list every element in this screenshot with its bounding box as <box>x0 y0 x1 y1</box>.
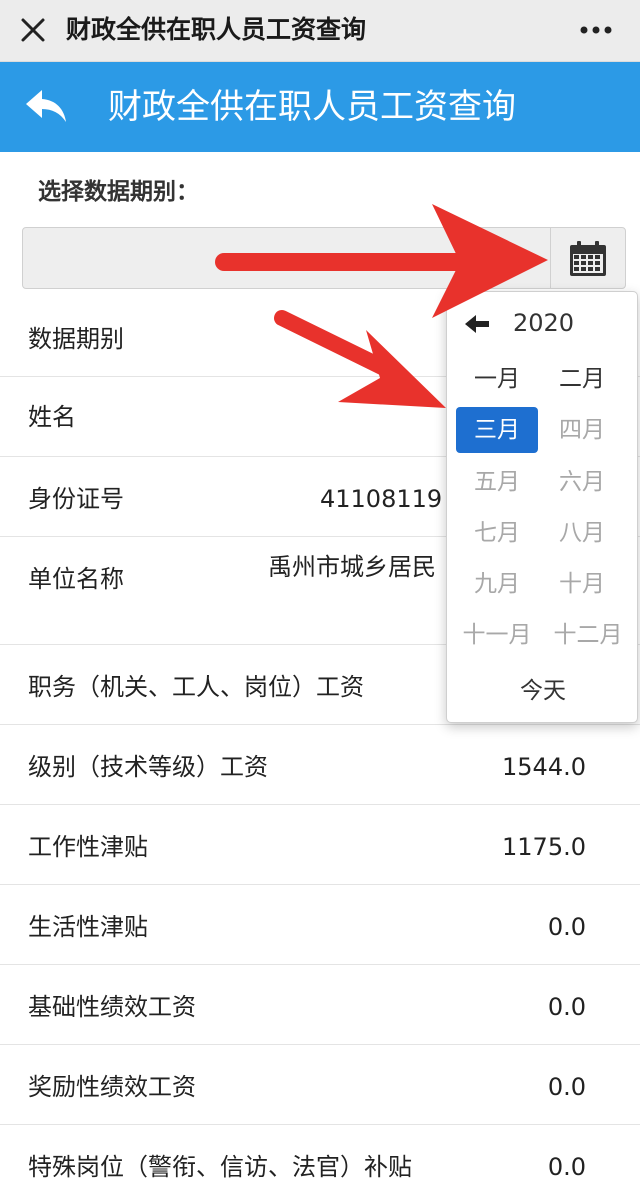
picker-year[interactable]: 2020 <box>513 306 574 340</box>
app-title: 财政全供在职人员工资查询 <box>108 87 516 127</box>
month-oct[interactable]: 十月 <box>541 561 623 607</box>
month-feb[interactable]: 二月 <box>541 356 623 402</box>
row-work-allowance: 工作性津贴 1175.0 <box>0 805 640 885</box>
more-icon[interactable] <box>572 11 620 49</box>
calendar-button[interactable] <box>550 227 626 289</box>
month-aug[interactable]: 八月 <box>541 510 623 556</box>
month-picker: 2020 一月 二月 三月 四月 五月 六月 七月 八月 九月 十月 十一月 十… <box>446 291 638 723</box>
arrow-left-icon[interactable] <box>463 312 491 336</box>
close-icon[interactable] <box>14 11 52 49</box>
row-value: 0.0 <box>547 1073 586 1101</box>
month-apr[interactable]: 四月 <box>541 407 623 453</box>
period-label: 选择数据期别： <box>38 179 199 205</box>
row-value: 禹州市城乡居民 <box>268 553 436 581</box>
back-arrow-icon[interactable] <box>22 82 70 130</box>
row-label: 单位名称 <box>28 565 124 593</box>
today-button[interactable]: 今天 <box>447 674 639 708</box>
row-label: 姓名 <box>28 403 76 431</box>
row-label: 身份证号 <box>28 485 124 513</box>
row-label: 生活性津贴 <box>28 913 148 941</box>
row-label: 基础性绩效工资 <box>28 993 196 1021</box>
month-jul[interactable]: 七月 <box>456 510 538 556</box>
month-sep[interactable]: 九月 <box>456 561 538 607</box>
month-mar[interactable]: 三月 <box>456 407 538 453</box>
wechat-top-bar: 财政全供在职人员工资查询 <box>0 0 640 62</box>
app-header: 财政全供在职人员工资查询 <box>0 62 640 152</box>
row-value: 1544.0 <box>502 753 586 781</box>
calendar-icon <box>570 241 606 276</box>
row-value: 0.0 <box>547 913 586 941</box>
month-jun[interactable]: 六月 <box>541 459 623 505</box>
row-label: 数据期别 <box>28 325 124 353</box>
period-input[interactable] <box>22 227 552 289</box>
row-value: 41108119 <box>320 485 443 513</box>
month-nov[interactable]: 十一月 <box>453 612 541 658</box>
row-label: 奖励性绩效工资 <box>28 1073 196 1101</box>
wechat-page-title: 财政全供在职人员工资查询 <box>66 15 367 44</box>
row-living-allowance: 生活性津贴 0.0 <box>0 885 640 965</box>
row-level-salary: 级别（技术等级）工资 1544.0 <box>0 725 640 805</box>
row-label: 特殊岗位（警衔、信访、法官）补贴 <box>28 1153 412 1181</box>
row-value: 0.0 <box>547 1153 586 1181</box>
row-special-allowance: 特殊岗位（警衔、信访、法官）补贴 0.0 <box>0 1125 640 1200</box>
row-value: 0.0 <box>547 993 586 1021</box>
row-reward-performance: 奖励性绩效工资 0.0 <box>0 1045 640 1125</box>
row-label: 工作性津贴 <box>28 833 148 861</box>
row-value: 1175.0 <box>502 833 586 861</box>
month-dec[interactable]: 十二月 <box>543 612 633 658</box>
row-label: 级别（技术等级）工资 <box>28 753 268 781</box>
row-label: 职务（机关、工人、岗位）工资 <box>28 673 364 701</box>
month-may[interactable]: 五月 <box>456 459 538 505</box>
month-jan[interactable]: 一月 <box>456 356 538 402</box>
row-basic-performance: 基础性绩效工资 0.0 <box>0 965 640 1045</box>
